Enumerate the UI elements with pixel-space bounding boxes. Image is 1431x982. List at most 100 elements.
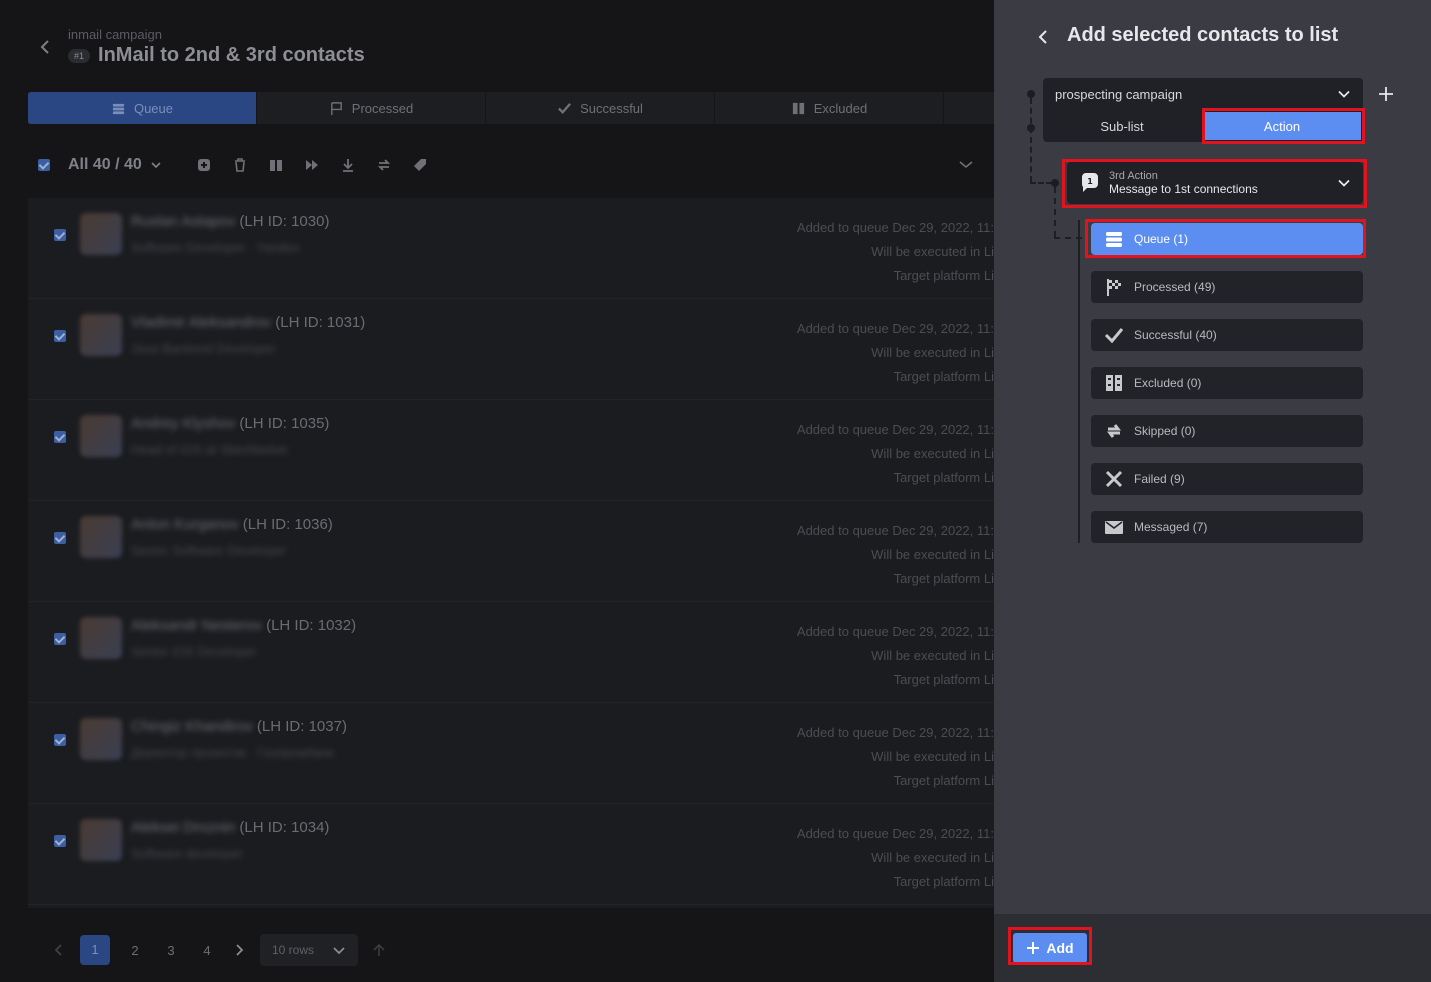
selection-count[interactable]: All 40 / 40 — [68, 156, 142, 174]
bulk-toolbar: All 40 / 40 — [28, 150, 994, 180]
tree-dot — [1027, 90, 1035, 98]
status-messaged[interactable]: Messaged (7) — [1091, 511, 1363, 543]
contact-role: Software developer — [131, 846, 244, 861]
sublist-option[interactable]: Sub-list — [1043, 110, 1201, 142]
sync-icon[interactable] — [376, 157, 392, 173]
row-checkbox[interactable] — [54, 633, 66, 645]
table-row[interactable]: Chingiz Khandirov (LH ID: 1037) Директор… — [28, 703, 994, 804]
x-icon — [1103, 468, 1125, 490]
status-processed[interactable]: Processed (49) — [1091, 271, 1363, 303]
campaign-subtitle: inmail campaign — [68, 27, 162, 42]
row-checkbox[interactable] — [54, 532, 66, 544]
avatar — [80, 516, 122, 558]
action-name: Message to 1st connections — [1109, 182, 1258, 196]
contact-name[interactable]: Anton Kurganov (LH ID: 1036) — [131, 516, 333, 533]
avatar — [80, 213, 122, 255]
tag-icon[interactable] — [412, 157, 428, 173]
page-1[interactable]: 1 — [80, 935, 110, 965]
prev-page-icon[interactable] — [52, 943, 66, 957]
scroll-top-icon[interactable] — [372, 943, 386, 957]
contact-meta: Added to queue Dec 29, 2022, 11: Will be … — [796, 220, 994, 283]
status-label: Queue (1) — [1134, 232, 1189, 246]
campaign-title: InMail to 2nd & 3rd contacts — [98, 44, 365, 66]
delete-icon[interactable] — [232, 157, 248, 173]
back-arrow-icon[interactable] — [1034, 28, 1052, 46]
status-label: Excluded (0) — [1134, 376, 1202, 390]
status-failed[interactable]: Failed (9) — [1091, 463, 1363, 495]
contact-name[interactable]: Vladimir Aleksandrov (LH ID: 1031) — [131, 314, 365, 331]
status-excluded[interactable]: Excluded (0) — [1091, 367, 1363, 399]
plus-icon[interactable] — [1378, 86, 1394, 102]
chevron-down-icon[interactable] — [150, 159, 162, 171]
skip-icon[interactable] — [304, 157, 320, 173]
table-row[interactable]: Anton Kurganov (LH ID: 1036) Senior Soft… — [28, 501, 994, 602]
page-2[interactable]: 2 — [124, 943, 146, 958]
table-row[interactable]: Vladimir Aleksandrov (LH ID: 1031) Java … — [28, 299, 994, 400]
table-row[interactable]: Aleksandr Nesterov (LH ID: 1032) Senior … — [28, 602, 994, 703]
status-label: Messaged (7) — [1134, 520, 1208, 534]
tab-excluded[interactable]: Excluded — [715, 92, 944, 124]
status-tabs: Queue Processed Successful Excluded — [28, 92, 994, 124]
message-bubble-icon: 1 — [1081, 173, 1098, 192]
campaign-select[interactable]: prospecting campaign — [1043, 78, 1363, 110]
exclude-icon[interactable] — [268, 157, 284, 173]
row-checkbox[interactable] — [54, 330, 66, 342]
row-checkbox[interactable] — [54, 835, 66, 847]
campaign-number-badge: #1 — [68, 48, 91, 63]
contact-role: Head of iOS at SberMarket — [131, 442, 288, 457]
contact-meta: Added to queue Dec 29, 2022, 11: Will be … — [796, 321, 994, 384]
tab-processed[interactable]: Processed — [257, 92, 486, 124]
tab-label: Processed — [351, 100, 414, 116]
rows-per-page-select[interactable]: 10 rows — [260, 934, 359, 966]
tab-successful[interactable]: Successful — [486, 92, 715, 124]
action-option[interactable]: Action — [1203, 112, 1361, 140]
add-to-list-panel: Add selected contacts to list prospectin… — [994, 0, 1431, 982]
contact-meta: Added to queue Dec 29, 2022, 11: Will be … — [796, 826, 994, 889]
status-label: Failed (9) — [1134, 472, 1185, 486]
contact-role: Java Backend Developer — [131, 341, 276, 356]
contact-name[interactable]: Andrey Klyshov (LH ID: 1035) — [131, 415, 329, 432]
skip-arrows-icon — [1103, 420, 1125, 442]
app-root: inmail campaign #1 InMail to 2nd & 3rd c… — [0, 0, 1431, 982]
status-queue[interactable]: Queue (1) — [1091, 223, 1363, 255]
campaign-title-row: #1 InMail to 2nd & 3rd contacts — [68, 44, 365, 67]
avatar — [80, 314, 122, 356]
contact-name[interactable]: Aleksandr Nesterov (LH ID: 1032) — [131, 617, 356, 634]
download-icon[interactable] — [340, 157, 356, 173]
collapse-icon[interactable] — [958, 157, 974, 173]
queue-icon — [1103, 228, 1125, 250]
tab-queue[interactable]: Queue — [28, 92, 257, 124]
contact-meta: Added to queue Dec 29, 2022, 11: Will be … — [796, 523, 994, 586]
table-row[interactable]: Andrey Klyshov (LH ID: 1035) Head of iOS… — [28, 400, 994, 501]
panel-title: Add selected contacts to list — [1067, 24, 1339, 46]
table-row[interactable]: Ruslan Astapov (LH ID: 1030) Software De… — [28, 198, 994, 299]
page-4[interactable]: 4 — [196, 943, 218, 958]
row-checkbox[interactable] — [54, 431, 66, 443]
contact-role: Senior Software Developer — [131, 543, 287, 558]
queue-icon — [112, 103, 125, 114]
status-skipped[interactable]: Skipped (0) — [1091, 415, 1363, 447]
chevron-down-icon — [1338, 179, 1350, 187]
row-checkbox[interactable] — [54, 734, 66, 746]
contact-role: Директор проектов · Газпромбанк — [131, 745, 335, 760]
add-button[interactable]: Add — [1013, 933, 1087, 963]
row-checkbox[interactable] — [54, 229, 66, 241]
select-all-checkbox[interactable] — [38, 159, 50, 171]
back-arrow-icon[interactable] — [36, 38, 54, 56]
add-icon[interactable] — [196, 157, 212, 173]
next-page-icon[interactable] — [232, 943, 246, 957]
avatar — [80, 819, 122, 861]
contact-name[interactable]: Ruslan Astapov (LH ID: 1030) — [131, 213, 329, 230]
avatar — [80, 617, 122, 659]
table-row[interactable]: Aleksei Droznin (LH ID: 1034) Software d… — [28, 804, 994, 905]
status-successful[interactable]: Successful (40) — [1091, 319, 1363, 351]
chevron-down-icon — [1338, 90, 1350, 98]
action-select[interactable]: 1 3rd Action Message to 1st connections — [1067, 162, 1363, 204]
status-label: Successful (40) — [1134, 328, 1217, 342]
contact-role: Software Developer · Yandex — [131, 240, 300, 255]
contact-name[interactable]: Aleksei Droznin (LH ID: 1034) — [131, 819, 329, 836]
svg-text:1: 1 — [1087, 177, 1093, 186]
action-select-text: 3rd Action Message to 1st connections — [1109, 170, 1337, 196]
contact-name[interactable]: Chingiz Khandirov (LH ID: 1037) — [131, 718, 347, 735]
page-3[interactable]: 3 — [160, 943, 182, 958]
